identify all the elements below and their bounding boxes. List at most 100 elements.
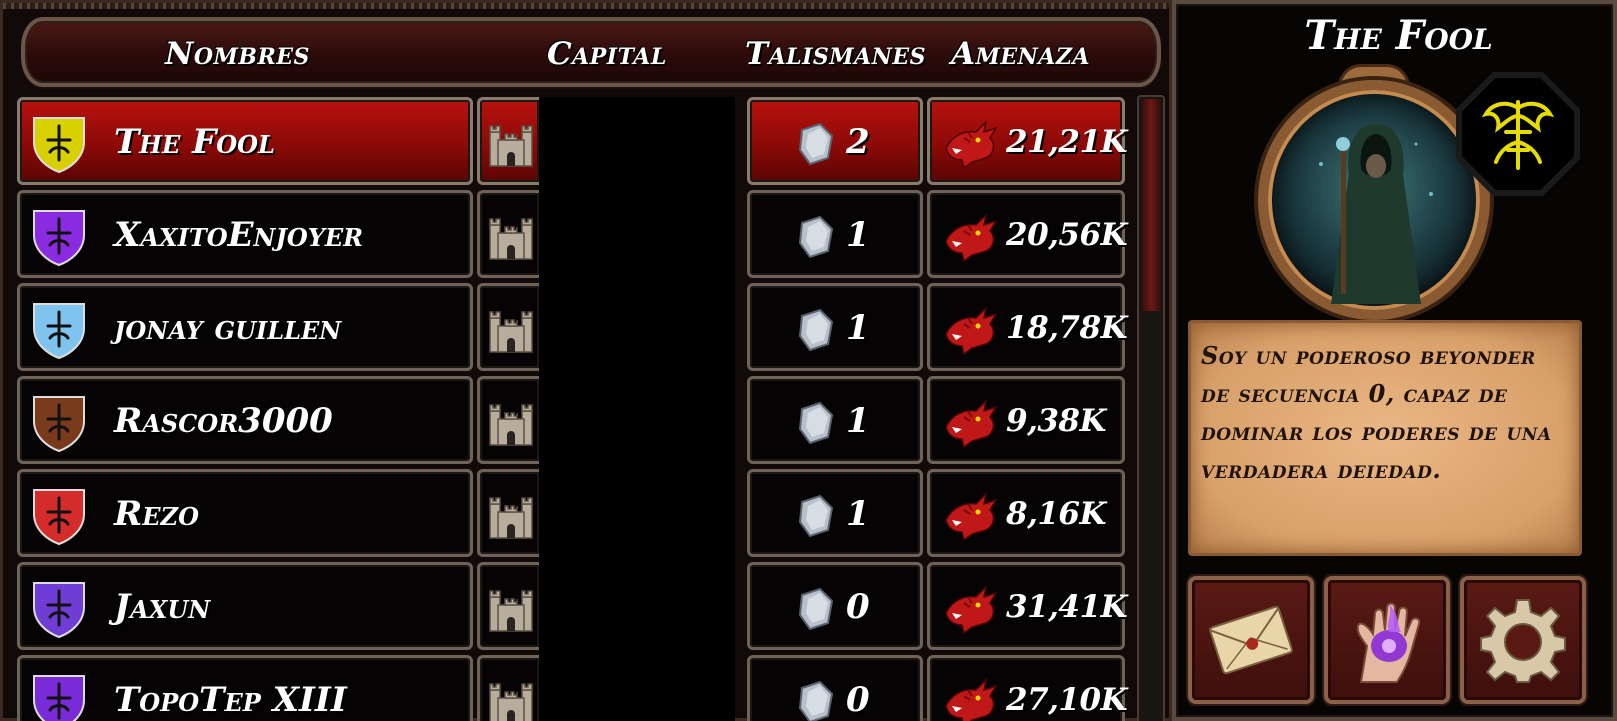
player-crest [28,484,90,546]
red-dragon-icon [945,119,998,170]
capital-cell[interactable] [477,190,539,278]
header-threat: Amenaza [951,36,1090,72]
player-list-scrollbar[interactable] [1137,95,1165,721]
header-names: Nombres [165,36,310,72]
sealed-letter-icon [1209,605,1293,675]
talisman-gem-icon [798,680,834,721]
threat-value: 9,38K [1006,403,1106,439]
player-name-cell[interactable]: XaxitoEnjoyer [17,190,473,278]
castle-icon [489,683,533,721]
talisman-count: 1 [846,308,870,348]
player-name: The Fool [114,122,275,162]
red-dragon-icon [945,305,998,356]
threat-cell: 20,56K [927,190,1128,278]
talismans-cell: 1 [747,376,923,464]
threat-value: 27,10K [1006,682,1128,718]
header-capital: Capital [547,36,667,72]
player-profile-panel: The Fool Soy un poderoso beyonder de sec… [1172,0,1617,721]
talisman-gem-icon [798,401,834,445]
threat-value: 18,78K [1006,310,1128,346]
player-name-cell[interactable]: jonay guillen [17,283,473,371]
red-dragon-icon [945,398,998,449]
castle-icon [489,125,533,167]
red-dragon-icon [945,212,998,263]
fool-crest-icon [33,117,85,174]
gear-icon [1480,599,1566,683]
threat-cell: 8,16K [927,469,1125,557]
talismans-cell: 1 [747,283,923,371]
threat-value: 8,16K [1006,496,1106,532]
talismans-cell: 1 [747,469,923,557]
player-crest [28,391,90,453]
threat-cell: 27,10K [927,655,1128,721]
talismans-cell: 1 [747,190,923,278]
talisman-count: 0 [846,587,870,627]
player-bio: Soy un poderoso beyonder de secuencia 0,… [1201,341,1552,484]
capital-cell[interactable] [477,469,539,557]
red-dragon-icon [945,677,998,721]
magic-hand-icon [1356,602,1421,683]
powers-button[interactable] [1324,576,1450,704]
table-header: Nombres Capital Talismanes Amenaza [21,17,1161,87]
talisman-gem-icon [798,587,834,631]
profile-title: The Fool [1304,12,1493,59]
player-crest [28,577,90,639]
longship-shield-crest-icon [33,303,85,360]
castle-icon [489,218,533,260]
threat-value: 20,56K [1006,217,1128,253]
threat-cell: 31,41K [927,562,1128,650]
scrollbar-thumb[interactable] [1142,99,1160,311]
talisman-count: 1 [846,494,870,534]
talismans-cell: 2 [747,97,923,185]
talisman-count: 2 [846,122,870,162]
talisman-gem-icon [798,122,834,166]
player-name-cell[interactable]: Rezo [17,469,473,557]
castle-icon [489,590,533,632]
talisman-gem-icon [798,494,834,538]
player-crest [28,205,90,267]
player-crest [28,112,90,174]
player-name: Rascor3000 [114,401,333,441]
player-name: Rezo [114,494,199,534]
header-talismans: Talismanes [745,36,926,72]
talismans-cell: 0 [747,655,923,721]
brown-bat-crest-icon [33,396,85,453]
red-dragon-icon [945,491,998,542]
player-name-cell[interactable]: Jaxun [17,562,473,650]
player-name: TopoTep XIII [114,680,347,720]
redacted-column [539,97,735,721]
talisman-gem-icon [798,308,834,352]
threat-value: 31,41K [1006,589,1128,625]
capital-cell[interactable] [477,562,539,650]
player-name: Jaxun [114,587,211,627]
capital-cell[interactable] [477,97,539,185]
talismans-cell: 0 [747,562,923,650]
threat-value: 21,21K [1006,124,1128,160]
bio-parchment: Soy un poderoso beyonder de secuencia 0,… [1188,320,1582,556]
player-name: XaxitoEnjoyer [114,215,364,255]
messages-button[interactable] [1188,576,1314,704]
castle-icon [489,404,533,446]
purple-shield-crest-icon [33,210,85,267]
player-name-cell[interactable]: Rascor3000 [17,376,473,464]
capital-cell[interactable] [477,376,539,464]
player-name: jonay guillen [114,308,342,348]
threat-cell: 21,21K [927,97,1128,185]
settings-button[interactable] [1460,576,1586,704]
ranking-panel: Nombres Capital Talismanes Amenaza The F… [0,0,1172,721]
capital-cell[interactable] [477,655,539,721]
talisman-count: 1 [846,401,870,441]
horse-shield-crest-icon [33,582,85,639]
talisman-count: 1 [846,215,870,255]
player-name-cell[interactable]: The Fool [17,97,473,185]
hooded-figure-portrait-icon [1319,124,1433,304]
threat-cell: 18,78K [927,283,1128,371]
purple-crest-icon [33,675,85,721]
player-name-cell[interactable]: TopoTep XIII [17,655,473,721]
talisman-count: 0 [846,680,870,720]
fool-emblem-icon [1481,100,1555,170]
castle-icon [489,497,533,539]
talisman-gem-icon [798,215,834,259]
red-dragon-icon [945,584,998,635]
capital-cell[interactable] [477,283,539,371]
